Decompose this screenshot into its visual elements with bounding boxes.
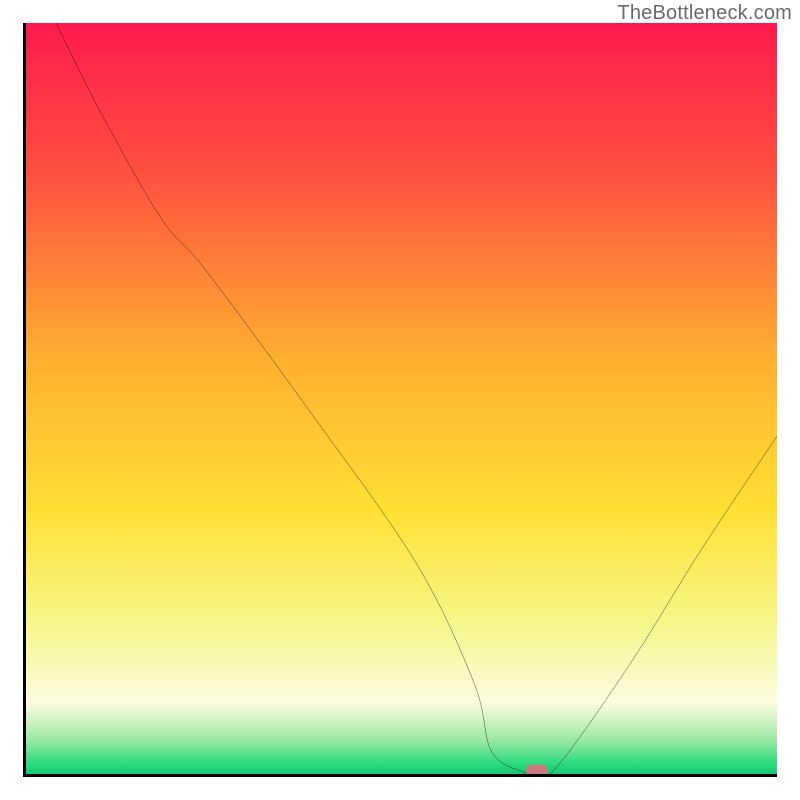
- chart-canvas: TheBottleneck.com: [0, 0, 800, 800]
- optimal-marker: [526, 764, 548, 777]
- watermark-text: TheBottleneck.com: [617, 2, 792, 25]
- plot-area: [23, 23, 777, 777]
- curve-line: [26, 23, 777, 774]
